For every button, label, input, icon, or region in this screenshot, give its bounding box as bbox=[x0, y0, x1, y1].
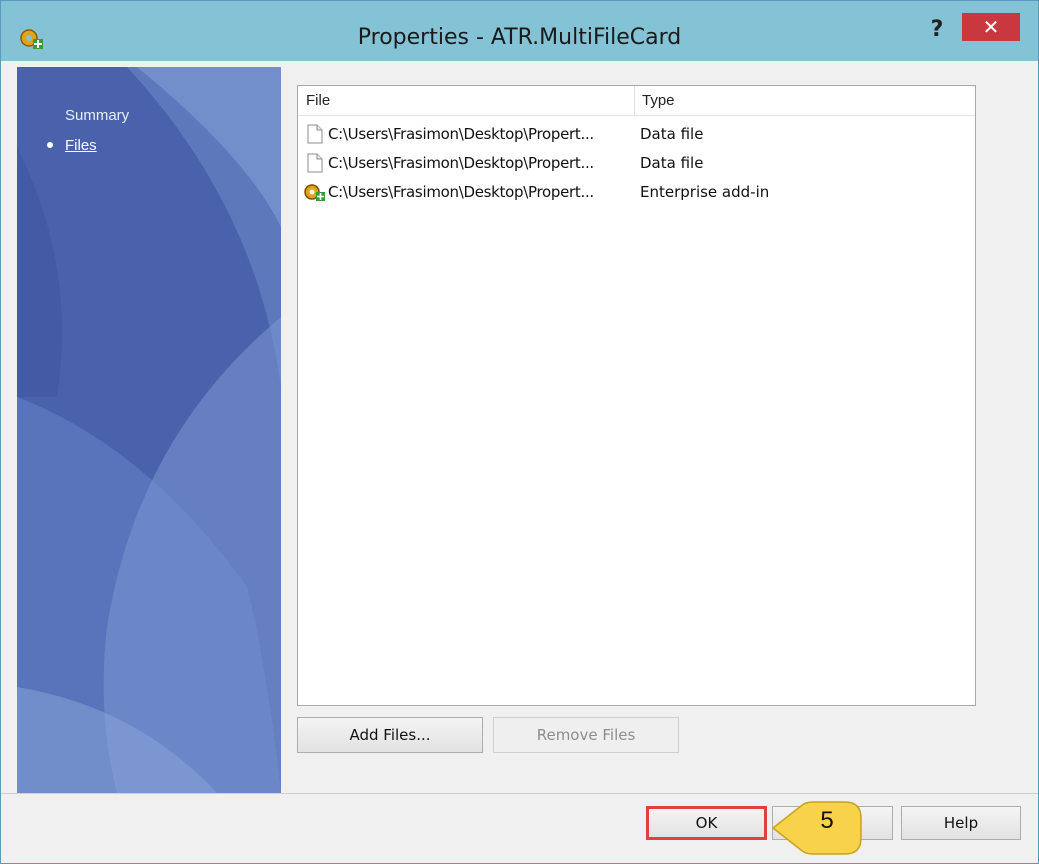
file-row[interactable]: C:\Users\Frasimon\Desktop\Propert... Dat… bbox=[298, 120, 975, 148]
files-list[interactable]: File Type C:\Users\Frasimon\Desktop\Prop… bbox=[297, 85, 976, 706]
column-header-type[interactable]: Type bbox=[642, 92, 675, 109]
file-type: Data file bbox=[640, 125, 704, 143]
column-divider[interactable] bbox=[634, 86, 635, 116]
addin-icon bbox=[304, 184, 325, 201]
close-button[interactable]: ✕ bbox=[962, 13, 1020, 41]
help-icon[interactable]: ? bbox=[923, 15, 951, 45]
file-row[interactable]: C:\Users\Frasimon\Desktop\Propert... Dat… bbox=[298, 149, 975, 177]
step-number: 5 bbox=[820, 807, 834, 834]
remove-files-button: Remove Files bbox=[493, 717, 679, 753]
nav-item-summary[interactable]: Summary bbox=[65, 107, 129, 124]
document-icon bbox=[307, 153, 323, 173]
document-icon bbox=[307, 124, 323, 144]
list-header: File Type bbox=[298, 86, 975, 116]
window-title: Properties - ATR.MultiFileCard bbox=[357, 25, 682, 50]
file-path: C:\Users\Frasimon\Desktop\Propert... bbox=[328, 183, 594, 201]
file-path: C:\Users\Frasimon\Desktop\Propert... bbox=[328, 125, 594, 143]
file-row[interactable]: C:\Users\Frasimon\Desktop\Propert... Ent… bbox=[298, 178, 975, 206]
title-bar[interactable]: Properties - ATR.MultiFileCard ? ✕ bbox=[1, 1, 1038, 61]
nav-item-files[interactable]: Files bbox=[65, 137, 97, 154]
files-page: File Type C:\Users\Frasimon\Desktop\Prop… bbox=[281, 67, 1024, 793]
ok-button[interactable]: OK bbox=[646, 806, 767, 840]
navigation-panel: Summary Files bbox=[17, 67, 281, 793]
file-type: Data file bbox=[640, 154, 704, 172]
help-button[interactable]: Help bbox=[901, 806, 1021, 840]
active-bullet bbox=[47, 142, 53, 148]
add-files-button[interactable]: Add Files... bbox=[297, 717, 483, 753]
dialog-footer: OK Help bbox=[1, 794, 1038, 863]
file-path: C:\Users\Frasimon\Desktop\Propert... bbox=[328, 154, 594, 172]
column-header-file[interactable]: File bbox=[306, 92, 330, 109]
file-type: Enterprise add-in bbox=[640, 183, 770, 201]
panel-background-art bbox=[17, 67, 281, 793]
properties-dialog: Properties - ATR.MultiFileCard ? ✕ Summa… bbox=[0, 0, 1039, 864]
